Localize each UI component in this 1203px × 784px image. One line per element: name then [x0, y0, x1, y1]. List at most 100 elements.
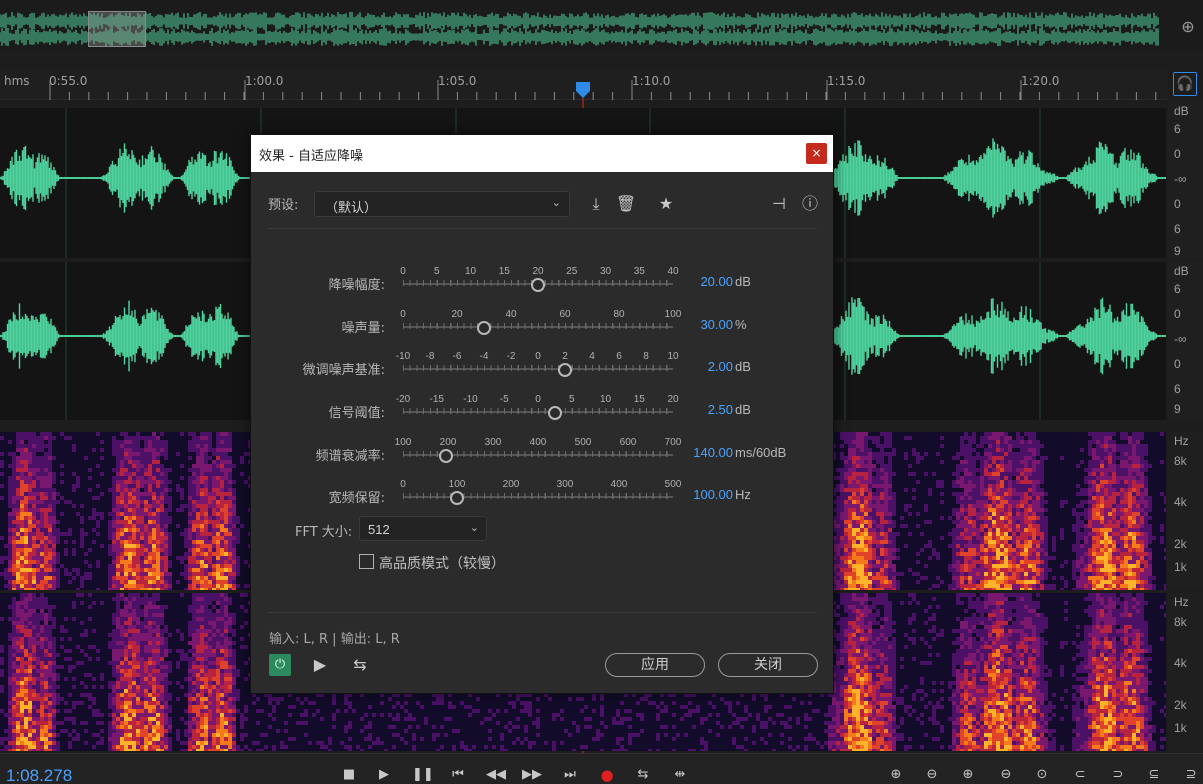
param-value[interactable]: 2.50 — [691, 402, 733, 417]
param-value[interactable]: 20.00 — [691, 274, 733, 289]
db-scale-left: dB 6 0 -∞ 0 6 9 — [1168, 100, 1203, 258]
rewind-icon[interactable]: ◀◀ — [486, 766, 506, 784]
slider-ticks — [403, 365, 673, 371]
param-slider[interactable]: 100 200 300 400 500 600 700 — [395, 437, 681, 467]
slider-tick-label: 400 — [610, 479, 628, 490]
close-icon[interactable]: × — [806, 143, 827, 164]
info-icon[interactable]: ⓘ — [799, 193, 821, 215]
current-time-readout[interactable]: 1:08.278 — [6, 766, 72, 784]
param-label: 降噪幅度: — [328, 278, 385, 293]
headphones-icon[interactable]: 🎧 — [1173, 72, 1197, 96]
preset-dropdown[interactable]: （默认） ⌄ — [314, 191, 570, 217]
slider-ticks — [403, 323, 673, 329]
param-label: 频谱衰减率: — [315, 449, 385, 464]
slider-tick-label: -10 — [463, 394, 478, 405]
power-toggle-icon[interactable]: ⏻ — [269, 654, 291, 676]
hz-label: 4k — [1174, 495, 1187, 509]
slider-ticks — [403, 493, 673, 499]
hz-scale-left: Hz 8k 4k 2k 1k — [1168, 432, 1203, 590]
hz-label: 1k — [1174, 560, 1187, 574]
zoom-full-icon[interactable]: ⊙ — [1032, 766, 1052, 784]
favorite-star-icon[interactable]: ★ — [655, 193, 677, 215]
zoom-in-time-icon[interactable]: ⊕ — [958, 766, 978, 784]
slider-tick-label: 200 — [439, 437, 457, 448]
param-slider[interactable]: -10 -8 -6 -4 -2 0 2 4 6 8 10 — [396, 351, 679, 381]
param-unit: Hz — [735, 487, 751, 502]
slider-tick-label: -20 — [395, 394, 411, 405]
io-channels-label: 输入: L, R | 输出: L, R — [269, 632, 400, 647]
stop-icon[interactable]: ■ — [339, 766, 359, 784]
divider — [268, 612, 817, 613]
transport-bar: 1:08.278 ■ ▶ ❚❚ ⏮ ◀◀ ▶▶ ⏭ ● ⇆ ⇹ ⊕ ⊖ ⊕ ⊖ … — [0, 753, 1203, 784]
slider-tick-label: 100 — [448, 479, 466, 490]
zoom-both-icon[interactable]: ⊆ — [1144, 766, 1164, 784]
preset-value: （默认） — [325, 201, 378, 216]
preview-play-icon[interactable]: ▶ — [309, 654, 331, 676]
param-value[interactable]: 140.00 — [691, 445, 733, 460]
hz-label: 8k — [1174, 454, 1187, 468]
slider-tick-label: 5 — [433, 266, 440, 277]
slider-tick-label: 2 — [562, 351, 568, 362]
zoom-selection-icon[interactable]: ⊕ — [1177, 16, 1199, 38]
slider-knob[interactable] — [547, 406, 562, 420]
zoom-reset-icon[interactable]: ⊇ — [1181, 766, 1201, 784]
slider-knob[interactable] — [450, 491, 464, 505]
save-preset-icon[interactable]: ⤓ — [585, 193, 607, 215]
slider-tick-label: 20 — [451, 309, 463, 320]
zoom-out-time-icon[interactable]: ⊖ — [996, 766, 1016, 784]
delete-preset-icon[interactable]: 🗑 — [615, 193, 637, 215]
loop-preview-icon[interactable]: ⇆ — [349, 654, 371, 676]
hz-label: Hz — [1174, 595, 1189, 609]
param-slider[interactable]: -20 -15 -10 -5 0 5 10 15 20 — [396, 394, 679, 424]
overview-viewport-handle[interactable] — [88, 11, 146, 47]
hz-label: 1k — [1174, 721, 1187, 735]
high-quality-label[interactable]: 高品质模式（较慢） — [379, 553, 505, 573]
slider-tick-label: 0 — [400, 309, 406, 320]
slider-tick-label: 35 — [633, 266, 645, 277]
hz-label: Hz — [1174, 434, 1189, 448]
apply-button[interactable]: 应用 — [605, 653, 705, 677]
skip-to-start-icon[interactable]: ⏮ — [448, 766, 468, 784]
loop-playback-icon[interactable]: ⇆ — [633, 766, 653, 784]
param-slider[interactable]: 0 20 40 60 80 100 — [400, 309, 681, 339]
slider-tick-label: 600 — [619, 437, 637, 448]
play-icon[interactable]: ▶ — [374, 766, 394, 784]
slider-knob[interactable] — [477, 321, 491, 335]
channel-map-icon[interactable]: ⊣ — [768, 193, 790, 215]
skip-selection-icon[interactable]: ⇹ — [670, 766, 690, 784]
slider-tick-label: 10 — [464, 266, 477, 277]
param-slider[interactable]: 0 100 200 300 400 500 — [400, 479, 681, 509]
slider-tick-label: 5 — [568, 394, 575, 405]
zoom-out-amplitude-icon[interactable]: ⊖ — [922, 766, 942, 784]
slider-tick-label: -10 — [395, 351, 411, 362]
param-label: 宽频保留: — [328, 491, 385, 506]
db-label: -∞ — [1174, 172, 1187, 186]
slider-tick-label: -6 — [452, 351, 462, 362]
slider-tick-label: 500 — [664, 479, 682, 490]
param-unit: ms/60dB — [735, 445, 787, 460]
hz-label: 2k — [1174, 537, 1187, 551]
zoom-in-amplitude-icon[interactable]: ⊕ — [886, 766, 906, 784]
close-button[interactable]: 关闭 — [718, 653, 818, 677]
fast-forward-icon[interactable]: ▶▶ — [522, 766, 542, 784]
overview-strip[interactable]: ⊕ — [0, 0, 1203, 50]
zoom-in-point-icon[interactable]: ⊃ — [1108, 766, 1128, 784]
slider-knob[interactable] — [558, 363, 572, 377]
slider-tick-label: 40 — [505, 309, 517, 320]
slider-tick-label: 0 — [535, 351, 541, 362]
param-value[interactable]: 100.00 — [691, 487, 733, 502]
high-quality-checkbox[interactable] — [359, 554, 374, 569]
fft-size-value: 512 — [368, 522, 390, 537]
pause-icon[interactable]: ❚❚ — [412, 766, 434, 784]
dialog-titlebar[interactable]: 效果 - 自适应降噪 × — [251, 135, 833, 172]
param-value[interactable]: 30.00 — [691, 317, 733, 332]
slider-knob[interactable] — [439, 449, 454, 463]
dialog-title: 效果 - 自适应降噪 — [259, 149, 363, 164]
fft-size-dropdown[interactable]: 512 ⌄ — [359, 516, 487, 541]
param-slider[interactable]: 0 5 10 15 20 25 30 35 40 — [400, 266, 679, 296]
record-icon[interactable]: ● — [597, 766, 617, 784]
slider-knob[interactable] — [531, 278, 545, 292]
zoom-selection-icon[interactable]: ⊂ — [1070, 766, 1090, 784]
param-value[interactable]: 2.00 — [691, 359, 733, 374]
skip-to-end-icon[interactable]: ⏭ — [560, 766, 580, 784]
